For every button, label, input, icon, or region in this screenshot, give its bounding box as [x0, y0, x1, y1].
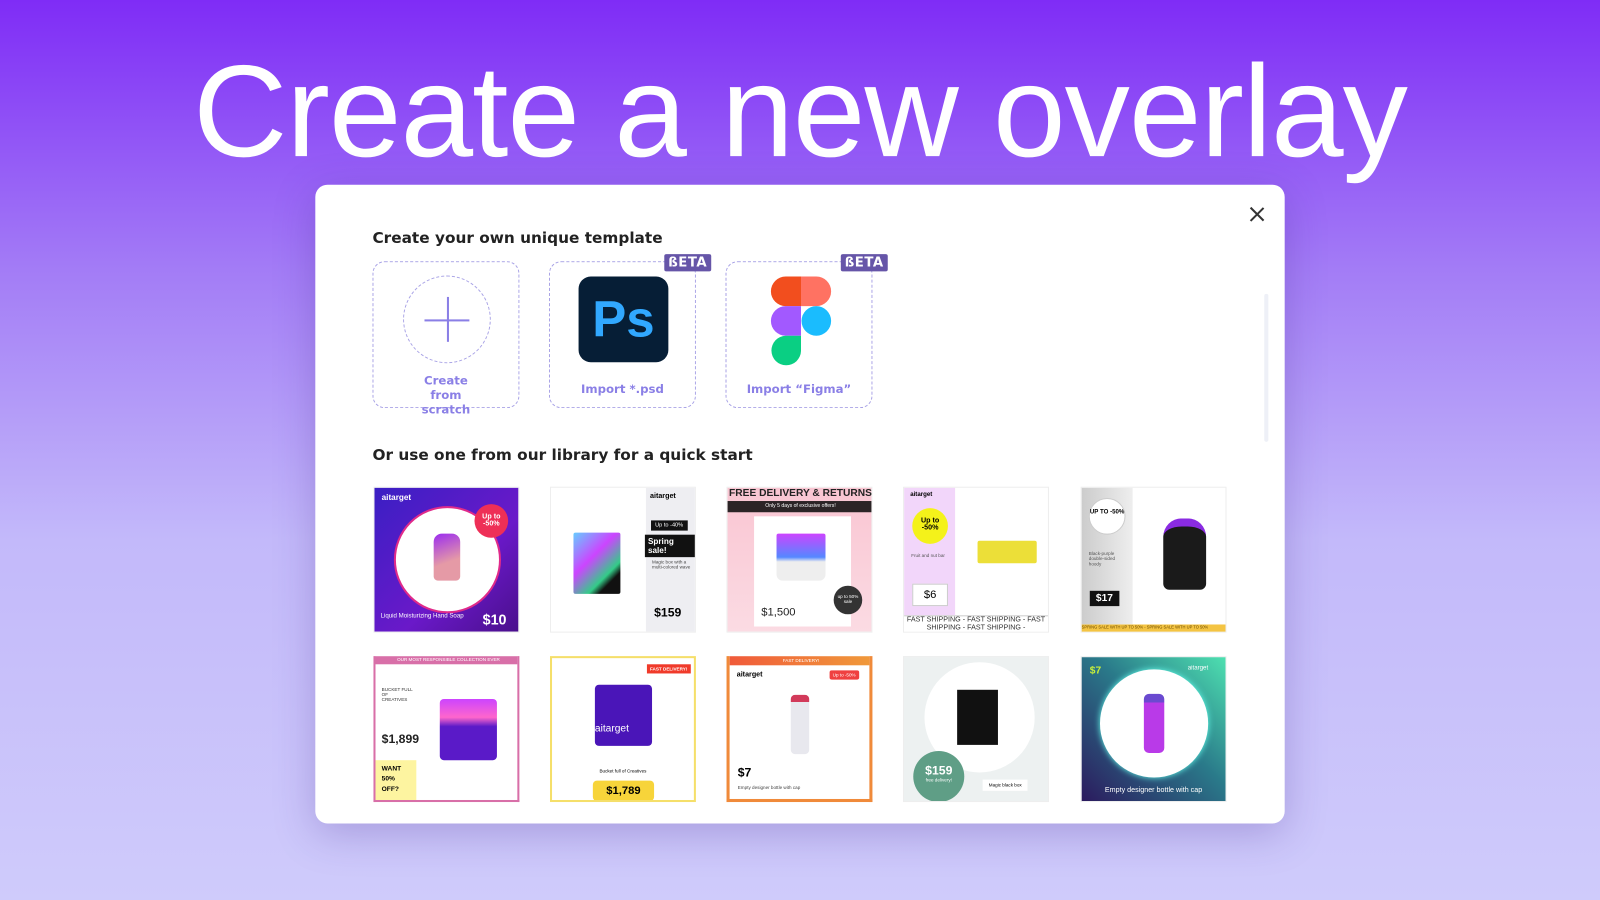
discount-badge: WANT 50% OFF? — [375, 760, 417, 800]
box-image — [957, 689, 998, 745]
price: $17 — [1089, 590, 1120, 607]
box-image — [573, 532, 621, 594]
beta-badge: ßETA — [840, 254, 888, 272]
template-card[interactable]: FAST DELIVERY! aitarget Up to -50% $7 Em… — [726, 656, 873, 803]
discount-badge: up to 50% sale — [833, 585, 863, 615]
import-figma-button[interactable]: ßETA Import “Figma” — [725, 254, 888, 409]
discount-badge: FAST DELIVERY! — [646, 664, 691, 674]
brand-logo: aitarget — [1187, 665, 1209, 672]
headline: FAST DELIVERY! — [729, 656, 870, 666]
headline: FREE DELIVERY & RETURNS — [729, 487, 872, 499]
template-card[interactable]: aitarget Up to -50% Liquid Moisturizing … — [373, 486, 520, 633]
template-card[interactable]: UP TO -50% Black-purple double-sided hoo… — [1080, 486, 1227, 633]
price: $1,899 — [381, 731, 420, 746]
section-title-library: Or use one from our library for a quick … — [372, 445, 753, 465]
close-icon[interactable] — [1246, 203, 1268, 225]
caption: Magic box with a multi-colored wave — [652, 559, 691, 570]
discount-badge: UP TO -50% — [1088, 497, 1126, 535]
subline: Only 5 days of exclusive offers! — [727, 501, 872, 513]
bucket-image — [776, 533, 826, 581]
discount-badge: Up to -40% — [651, 520, 688, 531]
price: $10 — [482, 611, 507, 628]
option-label: Import “Figma” — [746, 381, 852, 396]
beta-badge: ßETA — [664, 254, 712, 272]
caption: Fruit and nut bar — [911, 553, 945, 559]
template-card[interactable]: FREE DELIVERY & RETURNS Only 5 days of e… — [726, 486, 873, 633]
price: $7 — [737, 765, 752, 780]
discount-badge: Up to -50% — [912, 508, 948, 544]
soap-image — [433, 533, 461, 581]
price: $159 — [654, 605, 682, 620]
import-psd-button[interactable]: ßETA Ps Import *.psd — [548, 254, 712, 409]
brand-logo: aitarget — [381, 492, 412, 503]
caption: Black-purple double-sided hoody — [1088, 551, 1116, 567]
discount-badge: Up to -50% — [474, 504, 509, 538]
hero-title: Create a new overlay — [193, 38, 1408, 185]
create-overlay-modal: Create your own unique template Create f… — [315, 184, 1285, 824]
discount-badge: Up to -50% — [829, 670, 859, 680]
caption: Bucket full of Creatives — [599, 768, 647, 774]
price: $1,500 — [761, 606, 796, 619]
bottle-image — [1143, 693, 1165, 754]
scrollbar[interactable] — [1264, 293, 1269, 442]
caption: Empty designer bottle with cap — [737, 784, 801, 790]
price: $6 — [912, 583, 948, 607]
template-card[interactable]: aitarget Up to -40% Spring sale! Magic b… — [549, 486, 696, 633]
bottle-image — [790, 694, 810, 755]
price: $159 — [925, 763, 953, 778]
option-label: Import *.psd — [580, 381, 664, 396]
ticker: FAST SHIPPING - FAST SHIPPING - FAST SHI… — [904, 615, 1048, 632]
bucket-image — [439, 698, 497, 761]
ticker: SPRING SALE WITH UP TO 50% - SPRING SALE… — [1081, 624, 1226, 632]
template-card[interactable]: $7 aitarget Empty designer bottle with c… — [1080, 656, 1227, 803]
create-from-scratch-button[interactable]: Create from scratch — [372, 261, 520, 416]
section-title-own: Create your own unique template — [372, 228, 663, 247]
caption: BUCKET FULL OF CREATIVES — [381, 686, 413, 703]
hoody-image — [1163, 518, 1207, 590]
price-badge: $159 free delivery! — [913, 751, 965, 802]
brand-logo: aitarget — [649, 492, 676, 500]
photoshop-icon: Ps — [578, 276, 669, 363]
price: $1,789 — [592, 780, 655, 800]
caption: Empty designer bottle with cap — [1104, 786, 1203, 794]
option-label: Create from scratch — [421, 373, 471, 417]
subline: free delivery! — [925, 777, 952, 783]
headline: OUR MOST RESPONSIBLE COLLECTION EVER — [375, 656, 518, 665]
brand-logo: aitarget — [910, 491, 933, 498]
template-card[interactable]: OUR MOST RESPONSIBLE COLLECTION EVER BUC… — [373, 656, 520, 803]
template-card[interactable]: $159 free delivery! Magic black box — [903, 656, 1049, 803]
bucket-image: aitarget — [594, 684, 653, 746]
brand-logo: aitarget — [736, 671, 763, 679]
plus-icon — [403, 275, 491, 364]
caption: Magic black box — [982, 779, 1028, 791]
figma-icon — [770, 276, 832, 366]
headline: Spring sale! — [644, 534, 695, 558]
price: $7 — [1089, 665, 1102, 677]
template-card[interactable]: aitarget Up to -50% Fruit and nut bar $6… — [903, 486, 1049, 633]
caption: Liquid Moisturizing Hand Soap — [380, 613, 464, 620]
bar-image — [977, 540, 1037, 564]
template-card[interactable]: FAST DELIVERY! aitarget Bucket full of C… — [549, 656, 696, 803]
